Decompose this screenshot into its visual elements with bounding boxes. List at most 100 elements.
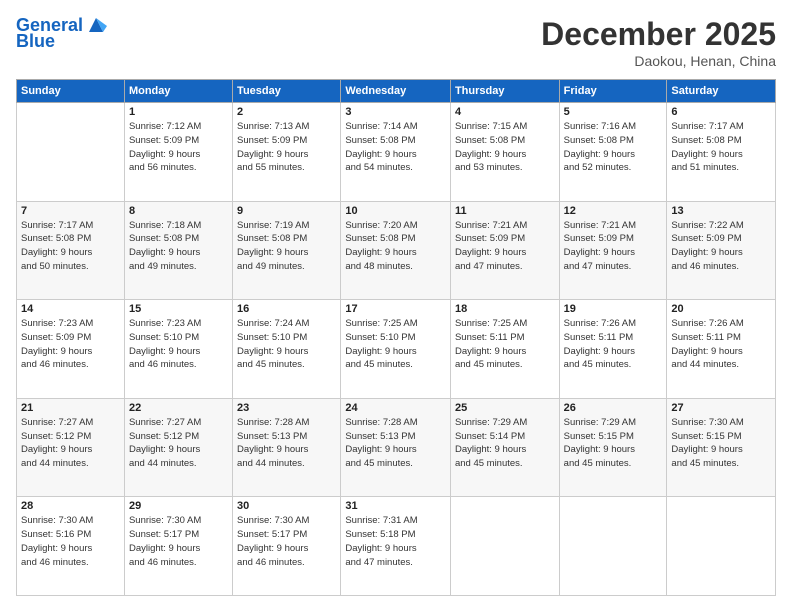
table-row: 17 Sunrise: 7:25 AM Sunset: 5:10 PM Dayli… (341, 300, 451, 399)
table-row: 24Sunrise: 7:28 AM Sunset: 5:13 PM Dayli… (341, 398, 451, 497)
table-row: 15 Sunrise: 7:23 AM Sunset: 5:10 PM Dayli… (124, 300, 232, 399)
col-tuesday: Tuesday (233, 80, 341, 103)
day-number: 31 (345, 500, 446, 512)
day-number: 23 (237, 402, 336, 414)
calendar-week-row: 28 Sunrise: 7:30 AM Sunset: 5:16 PM Dayli… (17, 497, 776, 596)
day-number: 26 (564, 402, 663, 414)
col-monday: Monday (124, 80, 232, 103)
table-row (667, 497, 776, 596)
day-number: 17 (345, 303, 446, 315)
table-row (559, 497, 667, 596)
table-row: 18 Sunrise: 7:25 AM Sunset: 5:11 PM Dayli… (450, 300, 559, 399)
day-number: 11 (455, 205, 555, 217)
page: General Blue December 2025 Daokou, Henan… (0, 0, 792, 612)
table-row: 2Sunrise: 7:13 AM Sunset: 5:09 PM Daylig… (233, 103, 341, 202)
calendar-week-row: 7 Sunrise: 7:17 AM Sunset: 5:08 PM Daylig… (17, 201, 776, 300)
col-sunday: Sunday (17, 80, 125, 103)
col-wednesday: Wednesday (341, 80, 451, 103)
day-number: 24 (345, 402, 446, 414)
day-number: 13 (671, 205, 771, 217)
table-row: 16 Sunrise: 7:24 AM Sunset: 5:10 PM Dayli… (233, 300, 341, 399)
table-row: 28 Sunrise: 7:30 AM Sunset: 5:16 PM Dayli… (17, 497, 125, 596)
calendar-header-row: Sunday Monday Tuesday Wednesday Thursday… (17, 80, 776, 103)
day-number: 15 (129, 303, 228, 315)
day-number: 27 (671, 402, 771, 414)
day-number: 20 (671, 303, 771, 315)
day-number: 25 (455, 402, 555, 414)
day-number: 29 (129, 500, 228, 512)
table-row: 6 Sunrise: 7:17 AM Sunset: 5:08 PM Daylig… (667, 103, 776, 202)
table-row: 20 Sunrise: 7:26 AM Sunset: 5:11 PM Dayli… (667, 300, 776, 399)
day-number: 4 (455, 106, 555, 118)
day-info: Sunrise: 7:26 AM Sunset: 5:11 PM Dayligh… (564, 317, 663, 372)
table-row: 10 Sunrise: 7:20 AM Sunset: 5:08 PM Dayli… (341, 201, 451, 300)
table-row: 1 Sunrise: 7:12 AM Sunset: 5:09 PM Daylig… (124, 103, 232, 202)
day-number: 16 (237, 303, 336, 315)
day-number: 6 (671, 106, 771, 118)
table-row: 9Sunrise: 7:19 AM Sunset: 5:08 PM Daylig… (233, 201, 341, 300)
table-row: 22Sunrise: 7:27 AM Sunset: 5:12 PM Dayli… (124, 398, 232, 497)
day-info: Sunrise: 7:17 AM Sunset: 5:08 PM Dayligh… (21, 219, 120, 274)
day-info: Sunrise: 7:26 AM Sunset: 5:11 PM Dayligh… (671, 317, 771, 372)
table-row: 27 Sunrise: 7:30 AM Sunset: 5:15 PM Dayli… (667, 398, 776, 497)
day-number: 7 (21, 205, 120, 217)
month-title: December 2025 (541, 16, 776, 53)
day-info: Sunrise: 7:29 AM Sunset: 5:15 PM Dayligh… (564, 416, 663, 471)
day-number: 8 (129, 205, 228, 217)
table-row: 19 Sunrise: 7:26 AM Sunset: 5:11 PM Dayli… (559, 300, 667, 399)
table-row: 8 Sunrise: 7:18 AM Sunset: 5:08 PM Daylig… (124, 201, 232, 300)
day-info: Sunrise: 7:24 AM Sunset: 5:10 PM Dayligh… (237, 317, 336, 372)
day-number: 1 (129, 106, 228, 118)
calendar-week-row: 21 Sunrise: 7:27 AM Sunset: 5:12 PM Dayli… (17, 398, 776, 497)
day-info: Sunrise: 7:27 AM Sunset: 5:12 PM Dayligh… (129, 416, 228, 471)
table-row: 30Sunrise: 7:30 AM Sunset: 5:17 PM Dayli… (233, 497, 341, 596)
day-info: Sunrise: 7:29 AM Sunset: 5:14 PM Dayligh… (455, 416, 555, 471)
day-number: 28 (21, 500, 120, 512)
title-block: December 2025 Daokou, Henan, China (541, 16, 776, 69)
day-number: 21 (21, 402, 120, 414)
day-info: Sunrise: 7:25 AM Sunset: 5:10 PM Dayligh… (345, 317, 446, 372)
day-number: 9 (237, 205, 336, 217)
col-thursday: Thursday (450, 80, 559, 103)
day-number: 18 (455, 303, 555, 315)
table-row: 21 Sunrise: 7:27 AM Sunset: 5:12 PM Dayli… (17, 398, 125, 497)
logo-text-blue: Blue (16, 32, 55, 52)
location: Daokou, Henan, China (541, 53, 776, 69)
day-info: Sunrise: 7:23 AM Sunset: 5:10 PM Dayligh… (129, 317, 228, 372)
day-info: Sunrise: 7:16 AM Sunset: 5:08 PM Dayligh… (564, 120, 663, 175)
day-info: Sunrise: 7:22 AM Sunset: 5:09 PM Dayligh… (671, 219, 771, 274)
table-row: 29Sunrise: 7:30 AM Sunset: 5:17 PM Dayli… (124, 497, 232, 596)
day-info: Sunrise: 7:30 AM Sunset: 5:16 PM Dayligh… (21, 514, 120, 569)
day-number: 3 (345, 106, 446, 118)
day-info: Sunrise: 7:18 AM Sunset: 5:08 PM Dayligh… (129, 219, 228, 274)
table-row: 11 Sunrise: 7:21 AM Sunset: 5:09 PM Dayli… (450, 201, 559, 300)
day-info: Sunrise: 7:21 AM Sunset: 5:09 PM Dayligh… (455, 219, 555, 274)
day-number: 2 (237, 106, 336, 118)
day-info: Sunrise: 7:12 AM Sunset: 5:09 PM Dayligh… (129, 120, 228, 175)
table-row (17, 103, 125, 202)
table-row: 3Sunrise: 7:14 AM Sunset: 5:08 PM Daylig… (341, 103, 451, 202)
day-info: Sunrise: 7:20 AM Sunset: 5:08 PM Dayligh… (345, 219, 446, 274)
day-number: 30 (237, 500, 336, 512)
table-row: 31Sunrise: 7:31 AM Sunset: 5:18 PM Dayli… (341, 497, 451, 596)
table-row: 5 Sunrise: 7:16 AM Sunset: 5:08 PM Daylig… (559, 103, 667, 202)
day-info: Sunrise: 7:27 AM Sunset: 5:12 PM Dayligh… (21, 416, 120, 471)
calendar-table: Sunday Monday Tuesday Wednesday Thursday… (16, 79, 776, 596)
day-number: 5 (564, 106, 663, 118)
day-info: Sunrise: 7:17 AM Sunset: 5:08 PM Dayligh… (671, 120, 771, 175)
day-info: Sunrise: 7:25 AM Sunset: 5:11 PM Dayligh… (455, 317, 555, 372)
table-row: 12Sunrise: 7:21 AM Sunset: 5:09 PM Dayli… (559, 201, 667, 300)
day-number: 19 (564, 303, 663, 315)
day-info: Sunrise: 7:30 AM Sunset: 5:15 PM Dayligh… (671, 416, 771, 471)
table-row: 14Sunrise: 7:23 AM Sunset: 5:09 PM Dayli… (17, 300, 125, 399)
table-row: 4 Sunrise: 7:15 AM Sunset: 5:08 PM Daylig… (450, 103, 559, 202)
col-friday: Friday (559, 80, 667, 103)
table-row: 25 Sunrise: 7:29 AM Sunset: 5:14 PM Dayli… (450, 398, 559, 497)
logo-icon (85, 14, 107, 36)
day-info: Sunrise: 7:21 AM Sunset: 5:09 PM Dayligh… (564, 219, 663, 274)
day-info: Sunrise: 7:15 AM Sunset: 5:08 PM Dayligh… (455, 120, 555, 175)
calendar-week-row: 14Sunrise: 7:23 AM Sunset: 5:09 PM Dayli… (17, 300, 776, 399)
day-number: 10 (345, 205, 446, 217)
day-number: 14 (21, 303, 120, 315)
col-saturday: Saturday (667, 80, 776, 103)
